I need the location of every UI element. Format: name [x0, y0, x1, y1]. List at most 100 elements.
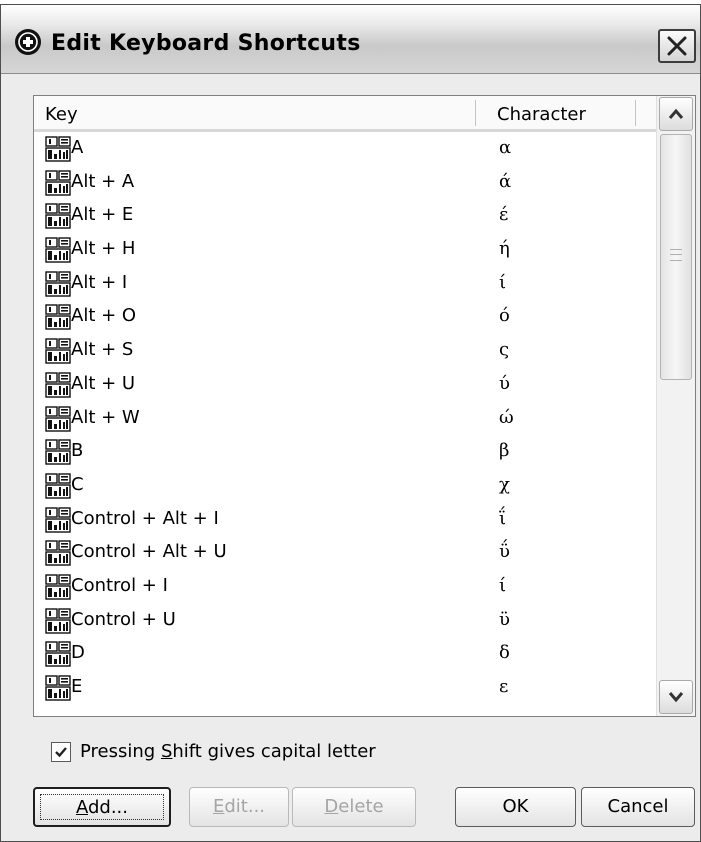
key-cell: Alt + H: [71, 238, 136, 260]
key-cell: Control + U: [71, 608, 176, 630]
keyboard-key-icon: [45, 540, 71, 566]
keyboard-key-icon: [45, 506, 71, 533]
key-cell: Alt + U: [71, 372, 136, 394]
character-cell: ε: [499, 676, 509, 697]
table-row[interactable]: Alt + S ς: [34, 334, 656, 368]
table-row[interactable]: Cχ: [34, 469, 656, 503]
column-header-key[interactable]: Key: [45, 104, 78, 125]
table-row[interactable]: Dδ: [34, 637, 656, 671]
keyboard-key-icon: [45, 338, 71, 364]
add-button[interactable]: Add...: [33, 787, 171, 827]
close-button[interactable]: [658, 29, 696, 63]
label-accelerator: S: [160, 741, 173, 762]
table-row[interactable]: Control + Alt + U ΰ: [34, 536, 656, 570]
keyboard-key-icon: [45, 405, 71, 432]
key-cell: C: [71, 473, 84, 495]
character-cell: ί: [499, 574, 507, 596]
key-cell: Alt + W: [71, 406, 140, 428]
table-row[interactable]: Alt + H ή: [34, 233, 656, 267]
grip-icon: [670, 249, 682, 261]
button-accelerator: E: [212, 796, 225, 817]
close-icon: [667, 36, 687, 56]
character-cell: ϋ: [499, 608, 510, 630]
keyboard-key-icon: [45, 439, 71, 465]
character-cell: ύ: [499, 372, 510, 394]
scrollbar-thumb[interactable]: [660, 134, 692, 380]
key-cell: E: [71, 676, 83, 697]
cancel-button[interactable]: Cancel: [581, 787, 695, 827]
scroll-up-button[interactable]: [659, 97, 693, 131]
key-cell: Control + Alt + U: [71, 541, 227, 563]
button-label: elete: [338, 796, 384, 817]
delete-button[interactable]: Delete: [292, 787, 416, 827]
keyboard-key-icon: [45, 607, 71, 634]
table-row[interactable]: Control + U ϋ: [34, 604, 656, 638]
column-divider[interactable]: [635, 100, 636, 126]
keyboard-key-icon: [45, 237, 71, 263]
keyboard-key-icon: [45, 675, 71, 701]
focus-rectangle: [40, 794, 164, 820]
key-cell: Alt + S: [71, 339, 134, 361]
key-cell: Control + Alt + I: [71, 507, 219, 529]
button-accelerator: D: [324, 796, 339, 817]
character-cell: δ: [499, 642, 510, 664]
table-row[interactable]: Control + I ί: [34, 570, 656, 604]
keyboard-key-icon: [45, 271, 71, 297]
key-cell: Alt + A: [71, 170, 135, 192]
edit-keyboard-shortcuts-dialog: Edit Keyboard Shortcuts Key Character Aα…: [0, 4, 701, 842]
menu-circle-icon[interactable]: [15, 29, 41, 55]
shortcut-list[interactable]: Key Character Aα Alt + A ά Alt + E έ Alt + H ή…: [33, 95, 696, 717]
keyboard-key-icon: [45, 372, 71, 398]
table-row[interactable]: Eε: [34, 671, 656, 705]
keyboard-key-icon: [45, 304, 71, 331]
title-bar[interactable]: Edit Keyboard Shortcuts: [1, 5, 700, 74]
table-row[interactable]: Alt + O ό: [34, 300, 656, 334]
list-rows: Aα Alt + Aά Alt + Eέ Alt + Hή Alt + Iί Alt + …: [34, 132, 656, 705]
shift-capital-checkbox[interactable]: [51, 742, 71, 762]
table-row[interactable]: Control + Alt + I ΐ: [34, 503, 656, 537]
keyboard-key-icon: [45, 203, 71, 230]
list-header: Key Character: [34, 96, 656, 132]
table-row[interactable]: Alt + W ώ: [34, 402, 656, 436]
shift-capital-label[interactable]: Pressing Shift gives capital letter: [80, 741, 376, 762]
key-cell: Alt + E: [71, 204, 134, 226]
character-cell: ά: [499, 170, 512, 192]
character-cell: ΰ: [499, 541, 510, 563]
key-cell: D: [71, 642, 85, 664]
character-cell: ό: [499, 305, 510, 327]
vertical-scrollbar[interactable]: [656, 96, 695, 716]
table-row[interactable]: Bβ: [34, 435, 656, 469]
character-cell: χ: [499, 473, 510, 495]
table-row[interactable]: Alt + I ί: [34, 267, 656, 301]
key-cell: B: [71, 440, 84, 462]
window-title: Edit Keyboard Shortcuts: [51, 31, 361, 56]
key-cell: A: [71, 137, 84, 158]
character-cell: ή: [499, 238, 510, 260]
character-cell: ί: [499, 271, 507, 293]
column-header-character[interactable]: Character: [497, 104, 586, 125]
column-divider[interactable]: [475, 100, 476, 126]
character-cell: έ: [499, 204, 509, 226]
edit-button[interactable]: Edit...: [189, 787, 289, 827]
chevron-up-icon: [668, 108, 684, 119]
button-label: dit...: [224, 796, 266, 817]
keyboard-key-icon: [45, 574, 71, 600]
ok-button[interactable]: OK: [455, 787, 576, 827]
character-cell: ΐ: [499, 507, 507, 529]
keyboard-key-icon: [45, 169, 71, 196]
keyboard-key-icon: [45, 473, 71, 499]
table-row[interactable]: Alt + A ά: [34, 166, 656, 200]
character-cell: ώ: [499, 406, 514, 428]
key-cell: Control + I: [71, 574, 168, 596]
character-cell: β: [499, 440, 510, 462]
key-cell: Alt + O: [71, 305, 137, 327]
table-row[interactable]: Alt + E έ: [34, 199, 656, 233]
keyboard-key-icon: [45, 136, 71, 162]
table-row[interactable]: Aα: [34, 132, 656, 166]
character-cell: ς: [499, 339, 510, 361]
table-row[interactable]: Alt + U ύ: [34, 368, 656, 402]
character-cell: α: [499, 137, 512, 158]
label-text: Pressing: [80, 741, 161, 762]
scroll-down-button[interactable]: [659, 680, 693, 714]
key-cell: Alt + I: [71, 271, 128, 293]
